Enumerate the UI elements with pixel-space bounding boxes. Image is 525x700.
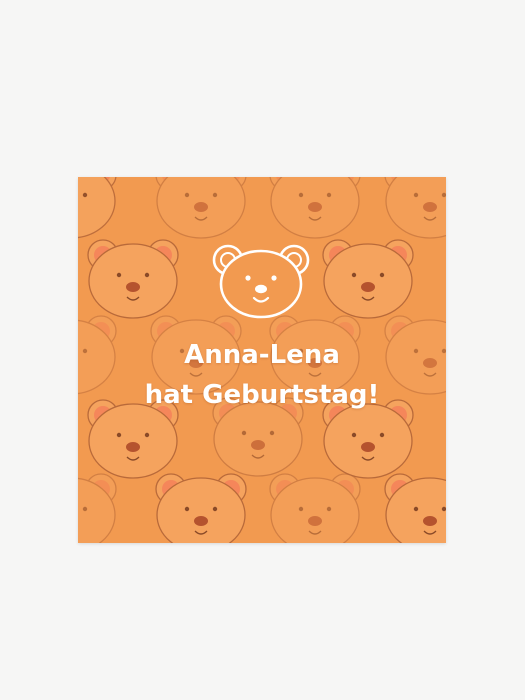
- greeting-message: hat Geburtstag!: [144, 380, 380, 410]
- greeting-name: Anna-Lena: [184, 340, 340, 370]
- birthday-card: Anna-Lena hat Geburtstag!: [78, 177, 446, 543]
- bear-face-icon: [212, 244, 310, 319]
- birthday-greeting: Anna-Lena hat Geburtstag!: [78, 335, 446, 415]
